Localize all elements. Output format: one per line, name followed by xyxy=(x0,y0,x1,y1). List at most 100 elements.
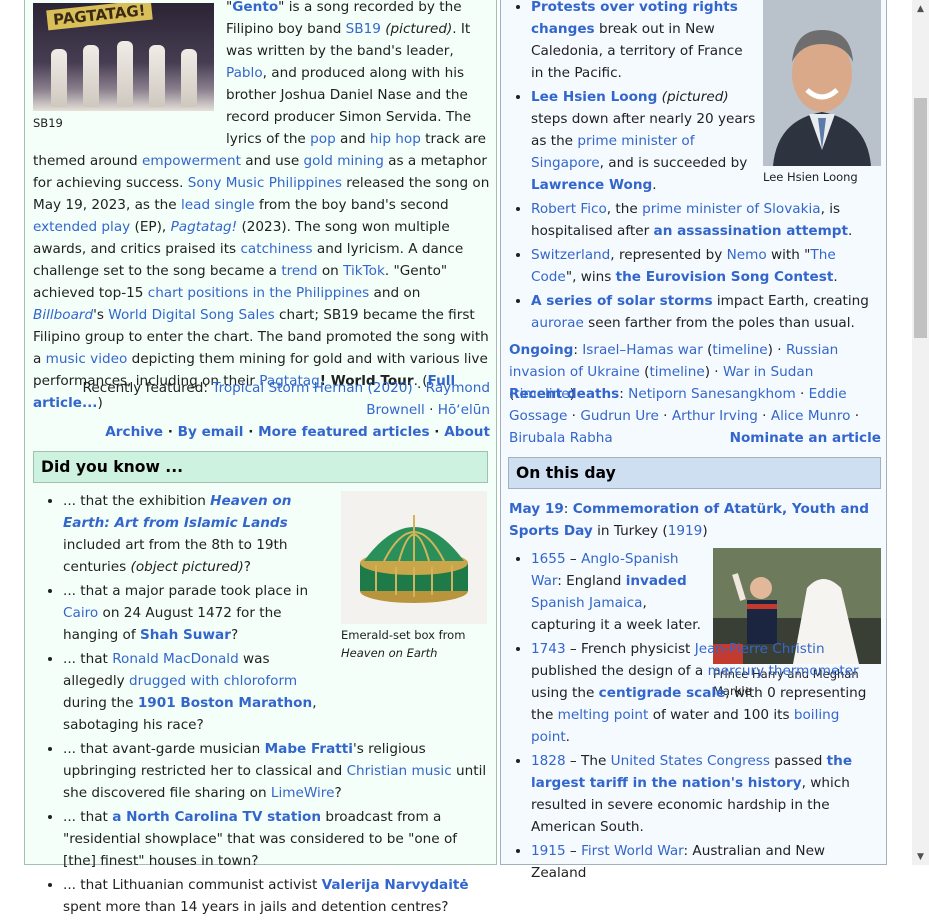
ronald-macdonald-link[interactable]: Ronald MacDonald xyxy=(112,651,239,667)
extended-play-link[interactable]: extended play xyxy=(33,219,130,235)
recently-featured: Recently featured: Tropical Storm Hernan… xyxy=(82,380,490,418)
music-video-link[interactable]: music video xyxy=(46,351,128,367)
list-item: ... that a major parade took place in Ca… xyxy=(63,580,328,646)
lawrence-wong-link[interactable]: Lawrence Wong xyxy=(531,177,652,193)
list-item: ... that Ronald MacDonald was allegedly … xyxy=(63,648,328,736)
timeline-link[interactable]: timeline xyxy=(649,364,704,380)
robert-fico-link[interactable]: Robert Fico xyxy=(531,201,607,217)
year-1828-link[interactable]: 1828 xyxy=(531,753,566,769)
on-this-day-intro: May 19: Commemoration of Atatürk, Youth … xyxy=(509,501,869,539)
valerija-narvydaite-link[interactable]: Valerija Narvydaitė xyxy=(322,877,469,893)
recent-link-1[interactable]: Tropical Storm Hernan (2020) xyxy=(212,380,412,396)
more-featured-link[interactable]: More featured articles xyxy=(258,424,429,440)
did-you-know-header: Did you know ... xyxy=(33,451,488,483)
list-item: ... that the exhibition Heaven on Earth:… xyxy=(63,490,328,578)
recent-deaths-label-link[interactable]: Recent deaths xyxy=(509,386,619,402)
ongoing-label-link[interactable]: Ongoing xyxy=(509,342,573,358)
ongoing-link[interactable]: War in Sudan xyxy=(723,364,813,380)
christian-music-link[interactable]: Christian music xyxy=(347,763,452,779)
list-item: A series of solar storms impact Earth, c… xyxy=(531,290,881,334)
chloroform-link[interactable]: drugged with chloroform xyxy=(129,673,297,689)
death-link[interactable]: Alice Munro xyxy=(771,408,851,424)
pop-link[interactable]: pop xyxy=(310,131,336,147)
world-digital-song-sales-link[interactable]: World Digital Song Sales xyxy=(108,307,274,323)
eurovision-link[interactable]: the Eurovision Song Contest xyxy=(616,269,834,285)
by-email-link[interactable]: By email xyxy=(178,424,244,440)
year-1743-link[interactable]: 1743 xyxy=(531,641,566,657)
chart-positions-link[interactable]: chart positions in the Philippines xyxy=(148,285,370,301)
catchiness-link[interactable]: catchiness xyxy=(240,241,312,257)
hiphop-link[interactable]: hip hop xyxy=(370,131,421,147)
scroll-up-arrow-icon[interactable]: ▲ xyxy=(912,0,929,17)
year-1915-link[interactable]: 1915 xyxy=(531,843,566,859)
list-item: 1655 – Anglo-Spanish War: England invade… xyxy=(531,548,707,636)
list-item: ... that Lithuanian communist activist V… xyxy=(63,874,492,918)
news-column: Lee Hsien Loong Protests over voting rig… xyxy=(500,0,887,881)
assassination-attempt-link[interactable]: an assassination attempt xyxy=(654,223,849,239)
scrollbar-thumb[interactable] xyxy=(914,98,927,338)
spanish-jamaica-link[interactable]: Spanish Jamaica xyxy=(531,595,643,611)
billboard-link[interactable]: Billboard xyxy=(33,307,93,323)
list-item: Switzerland, represented by Nemo with "T… xyxy=(531,244,881,288)
aurorae-link[interactable]: aurorae xyxy=(531,315,584,331)
date-link[interactable]: May 19 xyxy=(509,501,564,517)
nominate-article: Nominate an article xyxy=(509,427,881,449)
featured-footer-links: Archive · By email · More featured artic… xyxy=(105,424,490,440)
recent-link-3[interactable]: Hōʻelūn xyxy=(438,402,490,418)
cairo-link[interactable]: Cairo xyxy=(63,605,98,621)
nemo-link[interactable]: Nemo xyxy=(727,247,767,263)
lee-hsien-loong-link[interactable]: Lee Hsien Loong xyxy=(531,89,657,105)
solar-storms-link[interactable]: A series of solar storms xyxy=(531,293,713,309)
list-item: ... that avant-garde musician Mabe Fratt… xyxy=(63,738,492,804)
death-link[interactable]: Gudrun Ure xyxy=(580,408,659,424)
lead-single-link[interactable]: lead single xyxy=(181,197,255,213)
gold-mining-link[interactable]: gold mining xyxy=(304,153,384,169)
sony-music-link[interactable]: Sony Music Philippines xyxy=(188,175,342,191)
death-link[interactable]: Arthur Irving xyxy=(672,408,758,424)
tiktok-link[interactable]: TikTok xyxy=(343,263,385,279)
band-link[interactable]: SB19 xyxy=(346,21,381,37)
on-this-day-list: 1655 – Anglo-Spanish War: England invade… xyxy=(509,548,881,886)
leader-link[interactable]: Pablo xyxy=(226,65,263,81)
about-link[interactable]: About xyxy=(444,424,490,440)
list-item: Protests over voting rights changes brea… xyxy=(531,0,759,84)
list-item: ... that a North Carolina TV station bro… xyxy=(63,806,492,872)
featured-article-text: "Gento" is a song recorded by the Filipi… xyxy=(33,0,490,411)
list-item: 1915 – First World War: Australian and N… xyxy=(531,840,881,884)
death-link[interactable]: Netiporn Sanesangkhom xyxy=(628,386,796,402)
switzerland-link[interactable]: Switzerland xyxy=(531,247,610,263)
nc-tv-station-link[interactable]: a North Carolina TV station xyxy=(112,809,321,825)
jean-pierre-christin-link[interactable]: Jean-Pierre Christin xyxy=(695,641,825,657)
vertical-scrollbar[interactable]: ▲ ▼ xyxy=(912,0,929,865)
empowerment-link[interactable]: empowerment xyxy=(142,153,241,169)
mercury-thermometer-link[interactable]: mercury thermometer xyxy=(708,663,859,679)
on-this-day-header: On this day xyxy=(508,457,881,489)
limewire-link[interactable]: LimeWire xyxy=(271,785,335,801)
in-the-news-list: Protests over voting rights changes brea… xyxy=(509,0,881,336)
scroll-down-arrow-icon[interactable]: ▼ xyxy=(912,848,929,865)
us-congress-link[interactable]: United States Congress xyxy=(611,753,770,769)
ongoing-link[interactable]: Israel–Hamas war xyxy=(582,342,703,358)
invaded-link[interactable]: invaded xyxy=(626,573,687,589)
pm-slovakia-link[interactable]: prime minister of Slovakia xyxy=(642,201,821,217)
list-item: Lee Hsien Loong (pictured) steps down af… xyxy=(531,86,759,196)
did-you-know-list: ... that the exhibition Heaven on Earth:… xyxy=(41,490,492,920)
nominate-link[interactable]: Nominate an article xyxy=(730,430,881,446)
featured-article-column: PAGTATAG! SB19 "Gento" is a song recorde… xyxy=(24,0,497,915)
article-title-link[interactable]: Gento xyxy=(232,0,278,15)
trend-link[interactable]: trend xyxy=(281,263,317,279)
list-item: Robert Fico, the prime minister of Slova… xyxy=(531,198,881,242)
first-world-war-link[interactable]: First World War xyxy=(581,843,683,859)
shah-suwar-link[interactable]: Shah Suwar xyxy=(140,627,231,643)
album-link[interactable]: Pagtatag! xyxy=(171,219,238,235)
centigrade-scale-link[interactable]: centigrade scale xyxy=(599,685,726,701)
list-item: 1828 – The United States Congress passed… xyxy=(531,750,881,838)
melting-point-link[interactable]: melting point xyxy=(558,707,649,723)
timeline-link[interactable]: timeline xyxy=(712,342,767,358)
boston-marathon-link[interactable]: 1901 Boston Marathon xyxy=(138,695,312,711)
archive-link[interactable]: Archive xyxy=(105,424,163,440)
year-1655-link[interactable]: 1655 xyxy=(531,551,566,567)
mabe-fratti-link[interactable]: Mabe Fratti xyxy=(265,741,353,757)
year-link[interactable]: 1919 xyxy=(668,523,703,539)
list-item: 1743 – French physicist Jean-Pierre Chri… xyxy=(531,638,881,748)
